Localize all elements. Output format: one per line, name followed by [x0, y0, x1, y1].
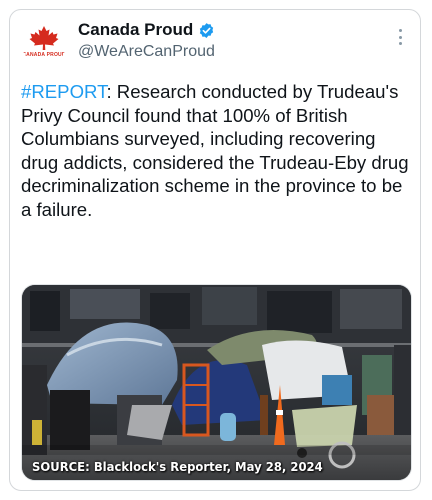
tweet-card[interactable]: CANADA PROUD Canada Proud @WeAreCanProud…: [9, 9, 421, 491]
avatar[interactable]: CANADA PROUD: [22, 22, 66, 66]
maple-leaf-icon: [28, 26, 60, 57]
author-handle[interactable]: @WeAreCanProud: [78, 43, 215, 61]
avatar-label: CANADA PROUD: [22, 52, 66, 58]
hashtag-link[interactable]: #REPORT: [21, 81, 106, 102]
more-options-icon[interactable]: [392, 26, 408, 48]
tweet-text: #REPORT: Research conducted by Trudeau's…: [21, 80, 413, 221]
author-row: Canada Proud: [78, 20, 215, 40]
tweet-media-photo[interactable]: SOURCE: Blacklock's Reporter, May 28, 20…: [21, 284, 412, 481]
media-source-caption: SOURCE: Blacklock's Reporter, May 28, 20…: [32, 459, 323, 474]
author-name[interactable]: Canada Proud: [78, 20, 193, 40]
street-encampment-photo: [22, 285, 411, 480]
tweet-header: CANADA PROUD Canada Proud @WeAreCanProud: [10, 10, 420, 80]
verified-badge-icon: [200, 22, 214, 38]
